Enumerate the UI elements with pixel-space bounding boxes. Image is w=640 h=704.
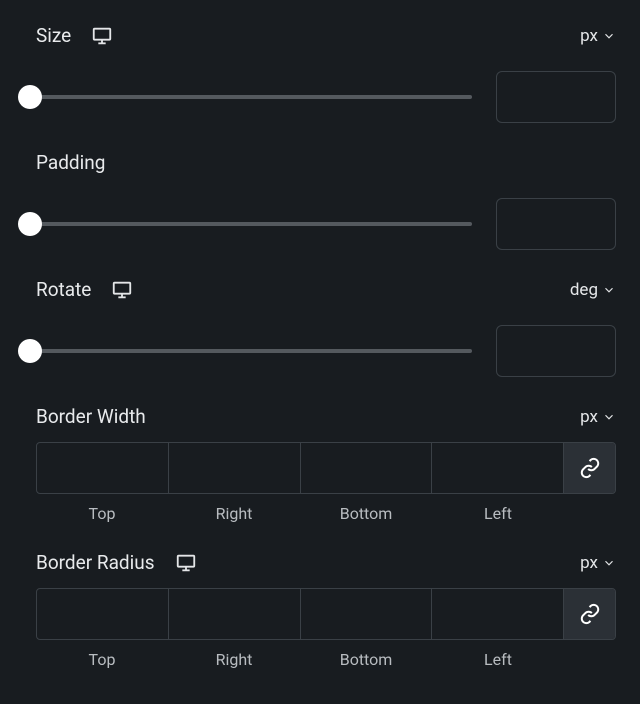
border-width-right-input[interactable] bbox=[169, 443, 301, 493]
size-unit-label: px bbox=[580, 26, 598, 46]
slider-track bbox=[30, 349, 472, 353]
padding-slider[interactable] bbox=[18, 212, 472, 236]
slider-thumb[interactable] bbox=[18, 85, 42, 109]
border-width-left-input[interactable] bbox=[432, 443, 563, 493]
border-width-label: Border Width bbox=[36, 405, 146, 428]
size-header: Size px bbox=[36, 24, 616, 47]
border-radius-right-input[interactable] bbox=[169, 589, 301, 639]
link-values-button[interactable] bbox=[563, 443, 615, 493]
border-radius-unit-select[interactable]: px bbox=[580, 553, 616, 573]
padding-label: Padding bbox=[36, 151, 105, 174]
link-icon bbox=[579, 457, 601, 479]
rotate-section: Rotate deg bbox=[36, 278, 616, 377]
border-radius-side-labels: Top Right Bottom Left bbox=[36, 650, 616, 669]
link-icon bbox=[579, 603, 601, 625]
side-label-bottom: Bottom bbox=[300, 650, 432, 669]
rotate-label: Rotate bbox=[36, 278, 91, 301]
rotate-unit-label: deg bbox=[570, 280, 598, 300]
size-unit-select[interactable]: px bbox=[580, 26, 616, 46]
rotate-input[interactable] bbox=[496, 325, 616, 377]
chevron-down-icon bbox=[602, 29, 616, 43]
desktop-icon[interactable] bbox=[91, 25, 113, 47]
border-width-side-labels: Top Right Bottom Left bbox=[36, 504, 616, 523]
border-radius-label: Border Radius bbox=[36, 551, 155, 574]
chevron-down-icon bbox=[602, 410, 616, 424]
padding-input[interactable] bbox=[496, 198, 616, 250]
size-section: Size px bbox=[36, 24, 616, 123]
border-width-top-input[interactable] bbox=[37, 443, 169, 493]
border-radius-bottom-input[interactable] bbox=[301, 589, 433, 639]
chevron-down-icon bbox=[602, 556, 616, 570]
size-slider[interactable] bbox=[18, 85, 472, 109]
desktop-icon[interactable] bbox=[111, 279, 133, 301]
side-label-top: Top bbox=[36, 504, 168, 523]
border-width-bottom-input[interactable] bbox=[301, 443, 433, 493]
border-radius-unit-label: px bbox=[580, 553, 598, 573]
border-radius-top-input[interactable] bbox=[37, 589, 169, 639]
link-values-button[interactable] bbox=[563, 589, 615, 639]
side-label-right: Right bbox=[168, 504, 300, 523]
border-width-unit-label: px bbox=[580, 407, 598, 427]
chevron-down-icon bbox=[602, 283, 616, 297]
border-width-header: Border Width px bbox=[36, 405, 616, 428]
border-radius-left-input[interactable] bbox=[432, 589, 563, 639]
size-label: Size bbox=[36, 24, 71, 47]
border-width-unit-select[interactable]: px bbox=[580, 407, 616, 427]
border-width-inputs bbox=[36, 442, 616, 494]
side-label-bottom: Bottom bbox=[300, 504, 432, 523]
side-label-left: Left bbox=[432, 504, 564, 523]
border-radius-inputs bbox=[36, 588, 616, 640]
slider-thumb[interactable] bbox=[18, 339, 42, 363]
side-label-left: Left bbox=[432, 650, 564, 669]
border-width-section: Border Width px Top Right Bottom Left bbox=[36, 405, 616, 523]
side-label-top: Top bbox=[36, 650, 168, 669]
slider-thumb[interactable] bbox=[18, 212, 42, 236]
padding-header: Padding bbox=[36, 151, 616, 174]
rotate-header: Rotate deg bbox=[36, 278, 616, 301]
border-radius-header: Border Radius px bbox=[36, 551, 616, 574]
side-label-right: Right bbox=[168, 650, 300, 669]
border-radius-section: Border Radius px Top Right Bottom Left bbox=[36, 551, 616, 669]
slider-track bbox=[30, 95, 472, 99]
slider-track bbox=[30, 222, 472, 226]
size-input[interactable] bbox=[496, 71, 616, 123]
padding-section: Padding bbox=[36, 151, 616, 250]
desktop-icon[interactable] bbox=[175, 552, 197, 574]
rotate-slider[interactable] bbox=[18, 339, 472, 363]
rotate-unit-select[interactable]: deg bbox=[570, 280, 616, 300]
